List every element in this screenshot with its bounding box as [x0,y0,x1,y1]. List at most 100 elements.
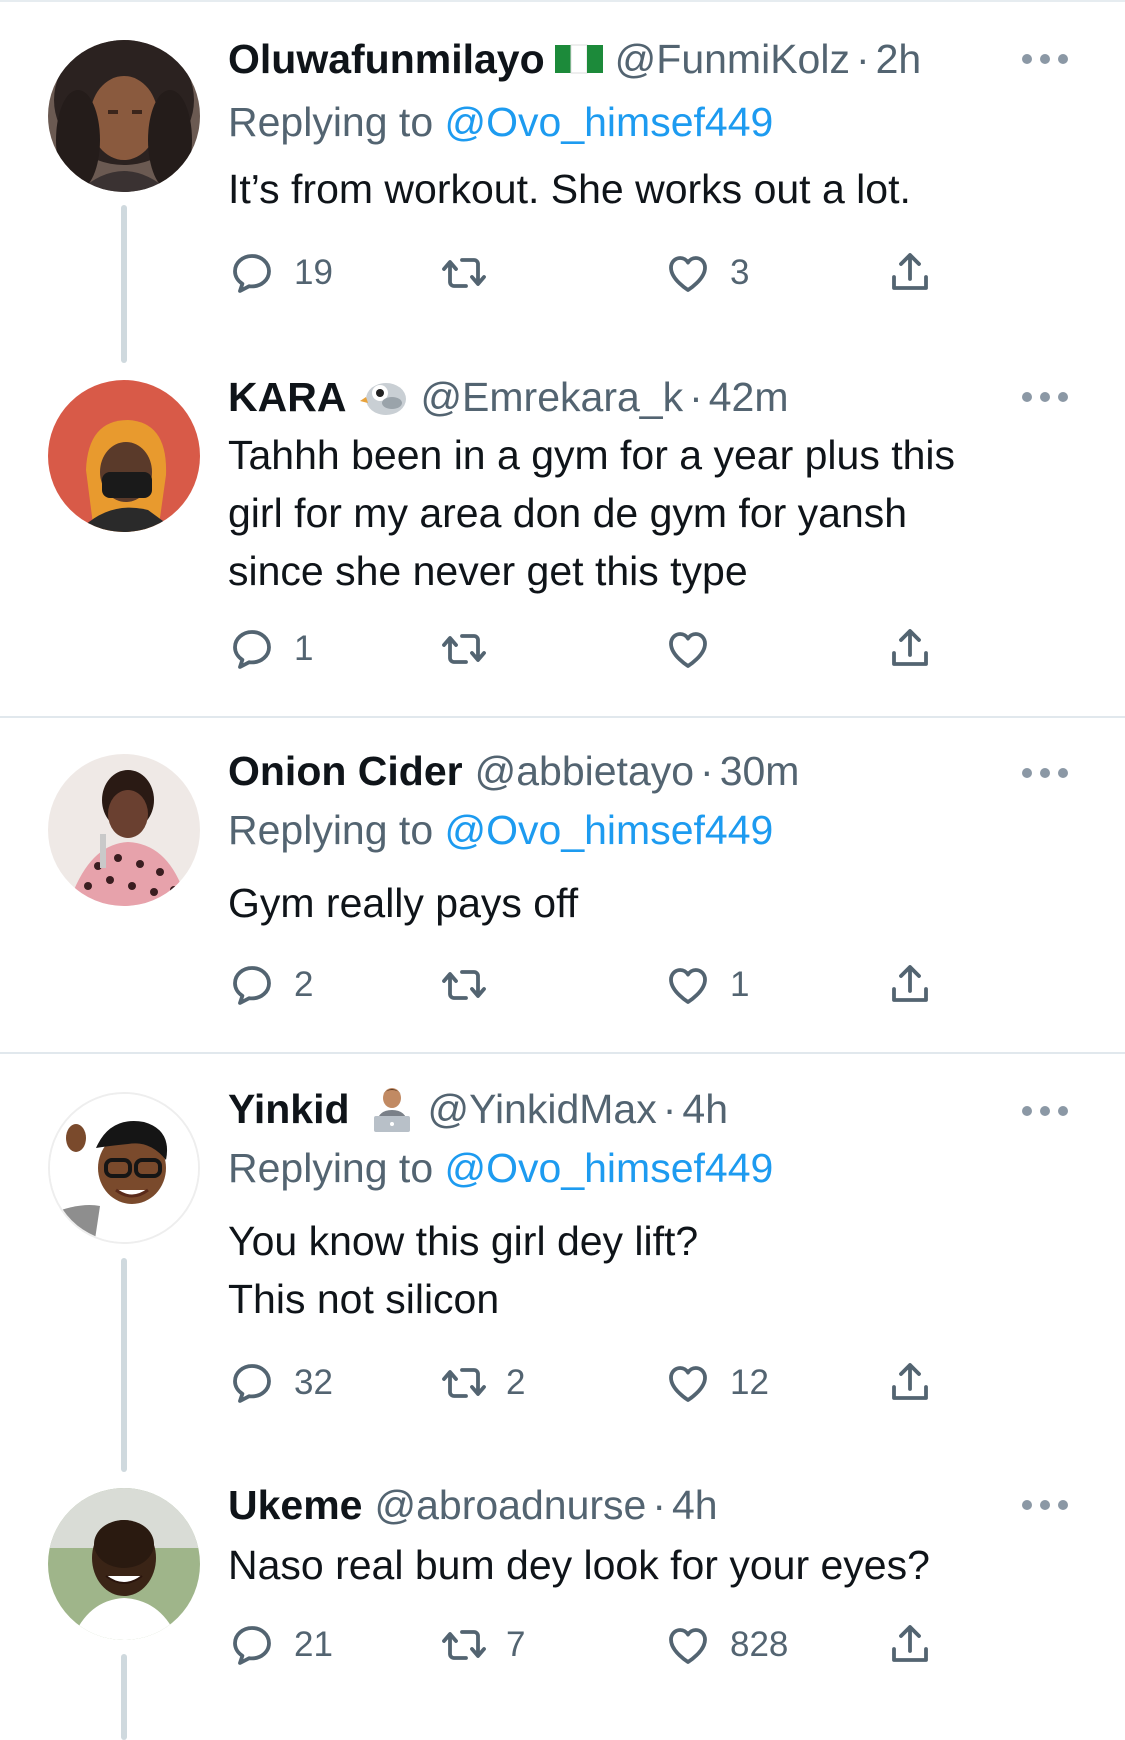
timestamp[interactable]: 4h [682,1086,728,1133]
divider [0,716,1125,718]
avatar[interactable] [48,1488,200,1640]
reply-button[interactable]: 1 [228,624,313,674]
like-button[interactable]: 12 [664,1358,769,1408]
tweet-text-line: You know this girl dey lift? [228,1218,699,1264]
thread-line [121,1258,127,1472]
like-count: 828 [730,1625,789,1664]
retweet-button[interactable]: 2 [440,1358,525,1408]
more-options-icon[interactable] [1022,390,1068,404]
mention-link[interactable]: @Ovo_himsef449 [445,1145,774,1191]
more-options-icon[interactable] [1022,1498,1068,1512]
reply-icon [233,1364,271,1403]
retweet-button[interactable]: 7 [440,1620,525,1670]
retweet-count: 7 [506,1625,526,1664]
share-icon [892,965,928,1002]
thread-line [121,1654,127,1740]
replying-to-prefix: Replying to [228,1145,445,1191]
share-icon [892,629,928,666]
user-handle[interactable]: @FunmiKolz [615,36,850,83]
avatar[interactable] [48,380,200,532]
reply-button[interactable]: 19 [228,248,333,298]
share-button[interactable] [886,960,934,1010]
display-name[interactable]: Oluwafunmilayo [228,36,545,83]
replying-to-prefix: Replying to [228,99,445,145]
reply-button[interactable]: 32 [228,1358,333,1408]
heart-icon [669,256,707,292]
heart-icon [669,632,707,668]
like-button[interactable]: 1 [664,960,749,1010]
user-handle[interactable]: @YinkidMax [428,1086,657,1133]
replying-to: Replying to @Ovo_himsef449 [228,802,1058,858]
like-count: 3 [730,253,750,292]
more-options-icon[interactable] [1022,52,1068,66]
bird-emoji-icon [360,375,408,419]
reply-count: 1 [294,629,314,668]
retweet-button[interactable] [440,248,506,298]
avatar[interactable] [48,754,200,906]
more-options-icon[interactable] [1022,766,1068,780]
display-name[interactable]: Ukeme [228,1482,362,1529]
display-name[interactable]: Yinkid [228,1086,350,1133]
tweet-text-line: It’s from workout. She works out a lot. [228,166,911,212]
share-icon [892,1625,928,1662]
tweet-text-line: Tahhh been in a gym for a year plus this [228,432,956,478]
retweet-icon [442,258,486,288]
separator-dot: · [700,747,714,794]
avatar[interactable] [48,1092,200,1244]
share-button[interactable] [886,624,934,674]
timestamp[interactable]: 2h [876,36,922,83]
reply-button[interactable]: 2 [228,960,313,1010]
timestamp[interactable]: 30m [720,748,800,795]
timestamp[interactable]: 4h [672,1482,718,1529]
top-divider [0,0,1125,2]
like-button[interactable] [664,624,730,674]
user-handle[interactable]: @abbietayo [475,748,694,795]
avatar[interactable] [48,40,200,192]
replying-to: Replying to @Ovo_himsef449 [228,1140,1058,1196]
mention-link[interactable]: @Ovo_himsef449 [445,807,774,853]
reply-count: 32 [294,1363,333,1402]
share-button[interactable] [886,248,934,298]
share-icon [892,1363,928,1400]
replying-to-prefix: Replying to [228,807,445,853]
tweet-text-line: since she never get this type [228,548,748,594]
tweet-text-line: Gym really pays off [228,880,579,926]
retweet-icon [442,970,486,1000]
mention-link[interactable]: @Ovo_himsef449 [445,99,774,145]
retweet-count: 2 [506,1363,526,1402]
timestamp[interactable]: 42m [709,374,789,421]
share-button[interactable] [886,1620,934,1670]
tweet-text: Tahhh been in a gym for a year plus this… [228,426,1058,600]
divider [0,1052,1125,1054]
like-button[interactable]: 828 [664,1620,788,1670]
tweet-text: Naso real bum dey look for your eyes? [228,1536,1058,1594]
thread-line [121,205,127,363]
tweet-text-line: girl for my area don de gym for yansh [228,490,908,536]
retweet-icon [442,634,486,664]
share-button[interactable] [886,1358,934,1408]
tweet-text: It’s from workout. She works out a lot. [228,160,1058,218]
retweet-button[interactable] [440,624,506,674]
heart-icon [669,968,707,1004]
reply-count: 19 [294,253,333,292]
separator-dot: · [855,35,870,82]
technologist-emoji-icon [368,1084,416,1134]
reply-icon [233,630,271,669]
more-options-icon[interactable] [1022,1104,1068,1118]
nigeria-flag-icon [554,43,603,75]
reply-button[interactable]: 21 [228,1620,333,1670]
tweet-text-line: Naso real bum dey look for your eyes? [228,1542,930,1588]
retweet-button[interactable] [440,960,506,1010]
reply-icon [233,1626,271,1665]
display-name[interactable]: Onion Cider [228,748,463,795]
tweet-text-line: This not silicon [228,1276,500,1322]
like-count: 1 [730,965,750,1004]
heart-icon [669,1628,707,1664]
like-button[interactable]: 3 [664,248,749,298]
user-handle[interactable]: @Emrekara_k [420,374,683,421]
display-name[interactable]: KARA [228,374,346,421]
reply-icon [233,254,271,293]
retweet-icon [442,1368,486,1398]
reply-count: 21 [294,1625,333,1664]
user-handle[interactable]: @abroadnurse [374,1482,646,1529]
